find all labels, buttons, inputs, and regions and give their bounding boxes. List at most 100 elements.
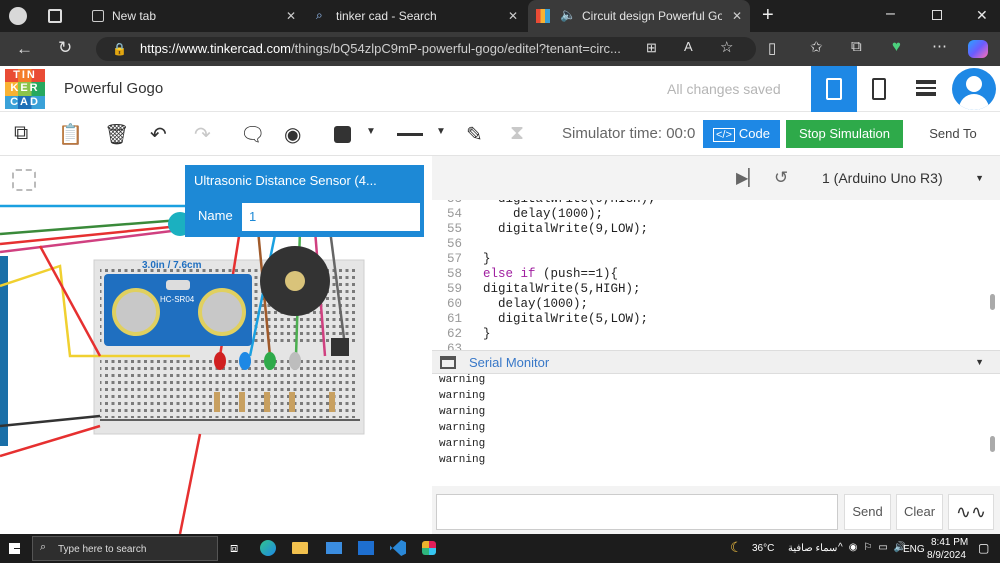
back-icon[interactable]: ← [16, 39, 33, 59]
device-select[interactable]: 1 (Arduino Uno R3) ▼ [822, 164, 990, 192]
led-white[interactable] [289, 352, 301, 370]
resistor[interactable] [264, 392, 270, 412]
circuit-canvas[interactable]: 3.0in / 7.6cm HC-SR04 Ultrasonic Distanc… [0, 156, 432, 534]
resistor[interactable] [289, 392, 295, 412]
notifications-icon[interactable]: ▢ [978, 541, 989, 555]
send-to-button[interactable]: Send To [920, 120, 986, 148]
close-tab-icon[interactable]: ✕ [286, 9, 296, 23]
wire[interactable] [0, 218, 181, 236]
wire[interactable] [0, 424, 101, 458]
slack-icon[interactable] [422, 541, 436, 555]
delete-icon[interactable]: 🗑 [104, 122, 129, 147]
wire[interactable] [178, 433, 202, 534]
resistor[interactable] [239, 392, 245, 412]
tab-actions-icon[interactable] [48, 9, 62, 23]
resistor[interactable] [329, 392, 335, 412]
code-line[interactable]: } [468, 327, 491, 341]
code-line[interactable]: delay(1000); [468, 207, 603, 221]
undo-icon[interactable]: ↶ [150, 122, 167, 147]
project-title[interactable]: Powerful Gogo [64, 80, 163, 97]
close-tab-icon[interactable]: ✕ [508, 9, 518, 23]
code-line[interactable]: delay(1000); [468, 297, 588, 311]
new-tab-icon[interactable]: + [762, 4, 774, 27]
led-blue[interactable] [239, 352, 251, 370]
push-button[interactable] [331, 338, 349, 356]
name-input[interactable]: 1 [242, 203, 420, 231]
send-button[interactable]: Send [844, 494, 891, 530]
clear-button[interactable]: Clear [896, 494, 943, 530]
tab-new-tab[interactable]: New tab ✕ [84, 0, 304, 32]
system-tray-icons[interactable]: ^◉⚐▭🔊 [838, 542, 912, 553]
chevron-down-icon[interactable]: ▼ [436, 126, 446, 137]
code-button[interactable]: </> Code [703, 120, 780, 148]
visibility-icon[interactable]: ◉ [284, 122, 301, 147]
profile-avatar-icon[interactable] [9, 7, 27, 25]
taskbar-search[interactable]: ⌕ Type here to search [32, 536, 218, 561]
debug-icon[interactable]: ↺ [774, 168, 788, 188]
schematic-view-button[interactable] [868, 66, 892, 112]
favorites-icon[interactable]: ✩ [810, 38, 823, 56]
code-line[interactable]: digitalWrite(5,LOW); [468, 312, 648, 326]
code-line[interactable]: else if (push==1){ [468, 267, 618, 281]
split-screen-icon[interactable]: ▯ [768, 39, 776, 57]
code-line[interactable]: digitalWrite(5,HIGH); [468, 282, 641, 296]
editor-scrollbar[interactable] [990, 294, 995, 310]
tinkercad-logo[interactable]: TIN KER CAD [5, 69, 45, 109]
upload-icon[interactable]: ▶▏ [736, 168, 761, 188]
vscode-icon[interactable] [390, 540, 406, 556]
minimize-icon[interactable]: – [886, 5, 895, 23]
wire-type-icon[interactable] [397, 133, 423, 136]
chevron-down-icon[interactable]: ▼ [975, 357, 984, 367]
refresh-icon[interactable]: ↻ [58, 38, 72, 58]
task-view-icon[interactable]: ⧈ [230, 540, 238, 556]
store-icon[interactable] [358, 541, 374, 555]
user-avatar[interactable] [952, 68, 996, 110]
edge-icon[interactable] [260, 540, 276, 556]
app-available-icon[interactable]: ⊞ [646, 40, 657, 56]
clock-date[interactable]: 8/9/2024 [927, 550, 966, 561]
serial-input[interactable] [436, 494, 838, 530]
mail-icon[interactable] [326, 542, 342, 554]
windows-start-icon[interactable] [9, 543, 20, 554]
chevron-down-icon[interactable]: ▼ [366, 126, 376, 137]
resistor[interactable] [214, 392, 220, 412]
favorite-star-icon[interactable]: ☆ [720, 38, 733, 56]
fit-view-icon[interactable] [12, 169, 36, 191]
code-line[interactable]: digitalWrite(9,HIGH); [468, 200, 656, 206]
read-aloud-icon[interactable]: A [684, 39, 693, 54]
browser-essentials-icon[interactable]: ♥ [892, 38, 901, 55]
paste-icon[interactable]: 📋 [58, 122, 83, 147]
color-swatch[interactable] [334, 126, 351, 143]
restore-icon[interactable] [932, 10, 942, 20]
stop-simulation-button[interactable]: Stop Simulation [786, 120, 903, 148]
redo-icon[interactable]: ↷ [194, 122, 211, 147]
copilot-icon[interactable] [968, 40, 988, 58]
flip-icon[interactable]: ⧗ [510, 122, 524, 145]
code-line[interactable]: digitalWrite(9,LOW); [468, 222, 648, 236]
serial-monitor-header[interactable]: Serial Monitor ▼ [432, 350, 1000, 374]
component-list-button[interactable] [914, 78, 938, 98]
url-field[interactable]: 🔒 https://www.tinkercad.com/things/bQ54z… [96, 37, 756, 61]
close-tab-icon[interactable]: ✕ [732, 9, 742, 23]
led-green[interactable] [264, 352, 276, 370]
code-line[interactable]: } [468, 252, 491, 266]
close-window-icon[interactable]: ✕ [976, 7, 988, 24]
code-editor[interactable]: 53 digitalWrite(9,HIGH); 54 delay(1000); 5… [432, 200, 1000, 350]
wire[interactable] [0, 414, 101, 428]
speaker-icon[interactable]: 🔈 [560, 7, 576, 23]
note-icon[interactable]: 🗨 [240, 122, 265, 147]
input-language[interactable]: ENG [903, 544, 925, 555]
copy-icon[interactable]: ⧉ [14, 122, 28, 145]
led-red[interactable] [214, 352, 226, 370]
rotate-icon[interactable]: ✎ [466, 122, 483, 147]
graph-toggle-button[interactable]: ∿∿ [948, 494, 994, 530]
tab-search[interactable]: ⌕ tinker cad - Search ✕ [308, 0, 526, 32]
circuit-view-button[interactable] [811, 66, 857, 112]
clock-time[interactable]: 8:41 PM [931, 537, 968, 548]
more-options-icon[interactable]: ⋯ [932, 37, 947, 55]
serial-scrollbar[interactable] [990, 436, 995, 452]
file-explorer-icon[interactable] [292, 542, 308, 554]
collections-icon[interactable]: ⧉ [851, 38, 862, 55]
tab-tinkercad[interactable]: 🔈 Circuit design Powerful Gog ✕ [528, 0, 750, 32]
wire[interactable] [38, 245, 102, 357]
